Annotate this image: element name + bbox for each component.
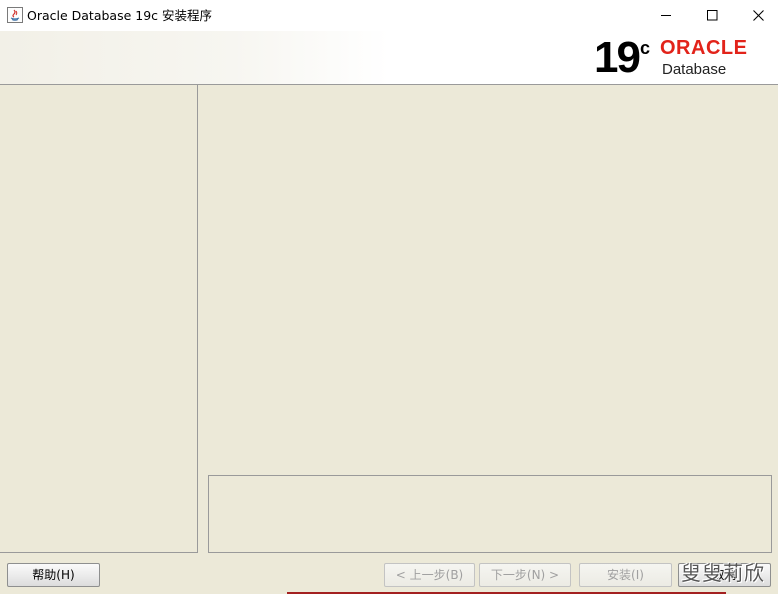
java-app-icon (7, 7, 23, 23)
logo-version-number: 19 (594, 33, 641, 82)
maximize-button[interactable] (689, 0, 735, 31)
logo-product-name: Database (662, 61, 727, 78)
minimize-icon (661, 15, 671, 16)
window-title: Oracle Database 19c 安装程序 (27, 8, 213, 23)
minimize-button[interactable] (643, 0, 689, 31)
install-button[interactable]: 安装(I) (579, 563, 672, 587)
close-icon (753, 10, 764, 21)
message-area (208, 475, 772, 553)
logo-version-suffix: c (640, 38, 651, 58)
maximize-icon (707, 10, 718, 21)
help-button[interactable]: 帮助(H) (7, 563, 100, 587)
close-button[interactable] (735, 0, 778, 31)
back-button[interactable]: < 上一步(B) (384, 563, 475, 587)
title-bar: Oracle Database 19c 安装程序 (0, 0, 778, 31)
oracle-logo: ORACLE (660, 37, 748, 59)
next-button[interactable]: 下一步(N) > (479, 563, 571, 587)
header-banner: 19 c ORACLE Database (0, 31, 778, 85)
steps-sidebar (0, 85, 198, 553)
watermark-text: 叟叟莉欣 (681, 561, 765, 585)
